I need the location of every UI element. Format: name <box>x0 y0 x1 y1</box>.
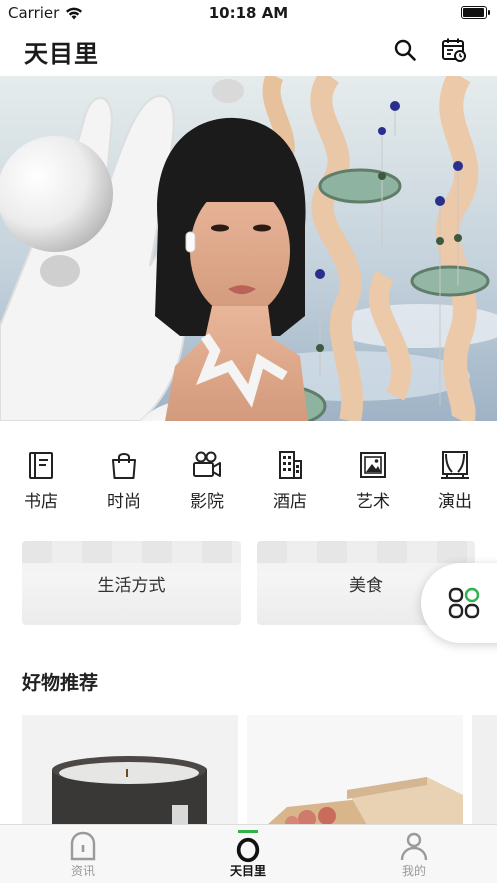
hero-image <box>0 76 497 421</box>
book-icon <box>29 452 53 479</box>
tab-label: 我的 <box>401 864 426 878</box>
category-row: 书店 时尚 影院 酒店 艺术 演出 <box>0 440 497 520</box>
tab-label: 天目里 <box>229 864 266 878</box>
status-time: 10:18 AM <box>208 4 289 22</box>
product-card[interactable] <box>22 715 238 825</box>
wooden-box-image <box>247 715 463 825</box>
tab-label: 资讯 <box>70 864 95 878</box>
building-icon <box>279 451 302 479</box>
search-icon <box>394 39 416 61</box>
status-bar: Carrier 10:18 AM <box>0 0 497 26</box>
category-label: 时尚 <box>107 492 141 512</box>
apps-grid-icon <box>448 587 480 619</box>
candle-image <box>22 715 238 825</box>
product-card[interactable] <box>472 715 497 825</box>
active-tab-indicator <box>238 830 258 833</box>
tab-news[interactable]: 资讯 <box>23 825 143 883</box>
category-performance[interactable]: 演出 <box>415 440 495 520</box>
category-fashion[interactable]: 时尚 <box>84 440 164 520</box>
card-label: 生活方式 <box>97 576 166 596</box>
battery-icon <box>461 6 490 19</box>
category-bookstore[interactable]: 书店 <box>1 440 81 520</box>
tab-home[interactable]: 天目里 <box>188 825 308 883</box>
product-card[interactable] <box>247 715 463 825</box>
category-cinema[interactable]: 影院 <box>167 440 247 520</box>
calendar-button[interactable] <box>440 36 468 64</box>
category-label: 酒店 <box>273 492 307 512</box>
lifestyle-card[interactable]: 生活方式 <box>22 541 241 625</box>
person-icon <box>400 832 428 861</box>
floating-menu-button[interactable] <box>421 563 497 643</box>
shopping-bag-icon <box>112 453 136 479</box>
page-title: 天目里 <box>24 40 99 68</box>
category-art[interactable]: 艺术 <box>333 440 413 520</box>
section-title: 好物推荐 <box>22 672 99 694</box>
battery-level <box>463 8 484 17</box>
category-label: 艺术 <box>356 492 390 512</box>
news-arch-icon <box>70 831 96 861</box>
category-label: 书店 <box>24 492 58 512</box>
movie-camera-icon <box>193 451 221 477</box>
category-hotel[interactable]: 酒店 <box>250 440 330 520</box>
hero-banner[interactable] <box>0 76 497 421</box>
app-header: 天目里 <box>0 26 497 76</box>
tab-me[interactable]: 我的 <box>354 825 474 883</box>
category-label: 影院 <box>190 492 224 512</box>
calendar-icon <box>442 38 466 62</box>
ring-icon <box>236 837 260 863</box>
stage-icon <box>441 451 469 479</box>
search-button[interactable] <box>391 36 419 64</box>
picture-frame-icon <box>360 452 386 478</box>
category-label: 演出 <box>438 492 472 512</box>
tab-bar: 资讯 天目里 我的 <box>0 824 497 883</box>
